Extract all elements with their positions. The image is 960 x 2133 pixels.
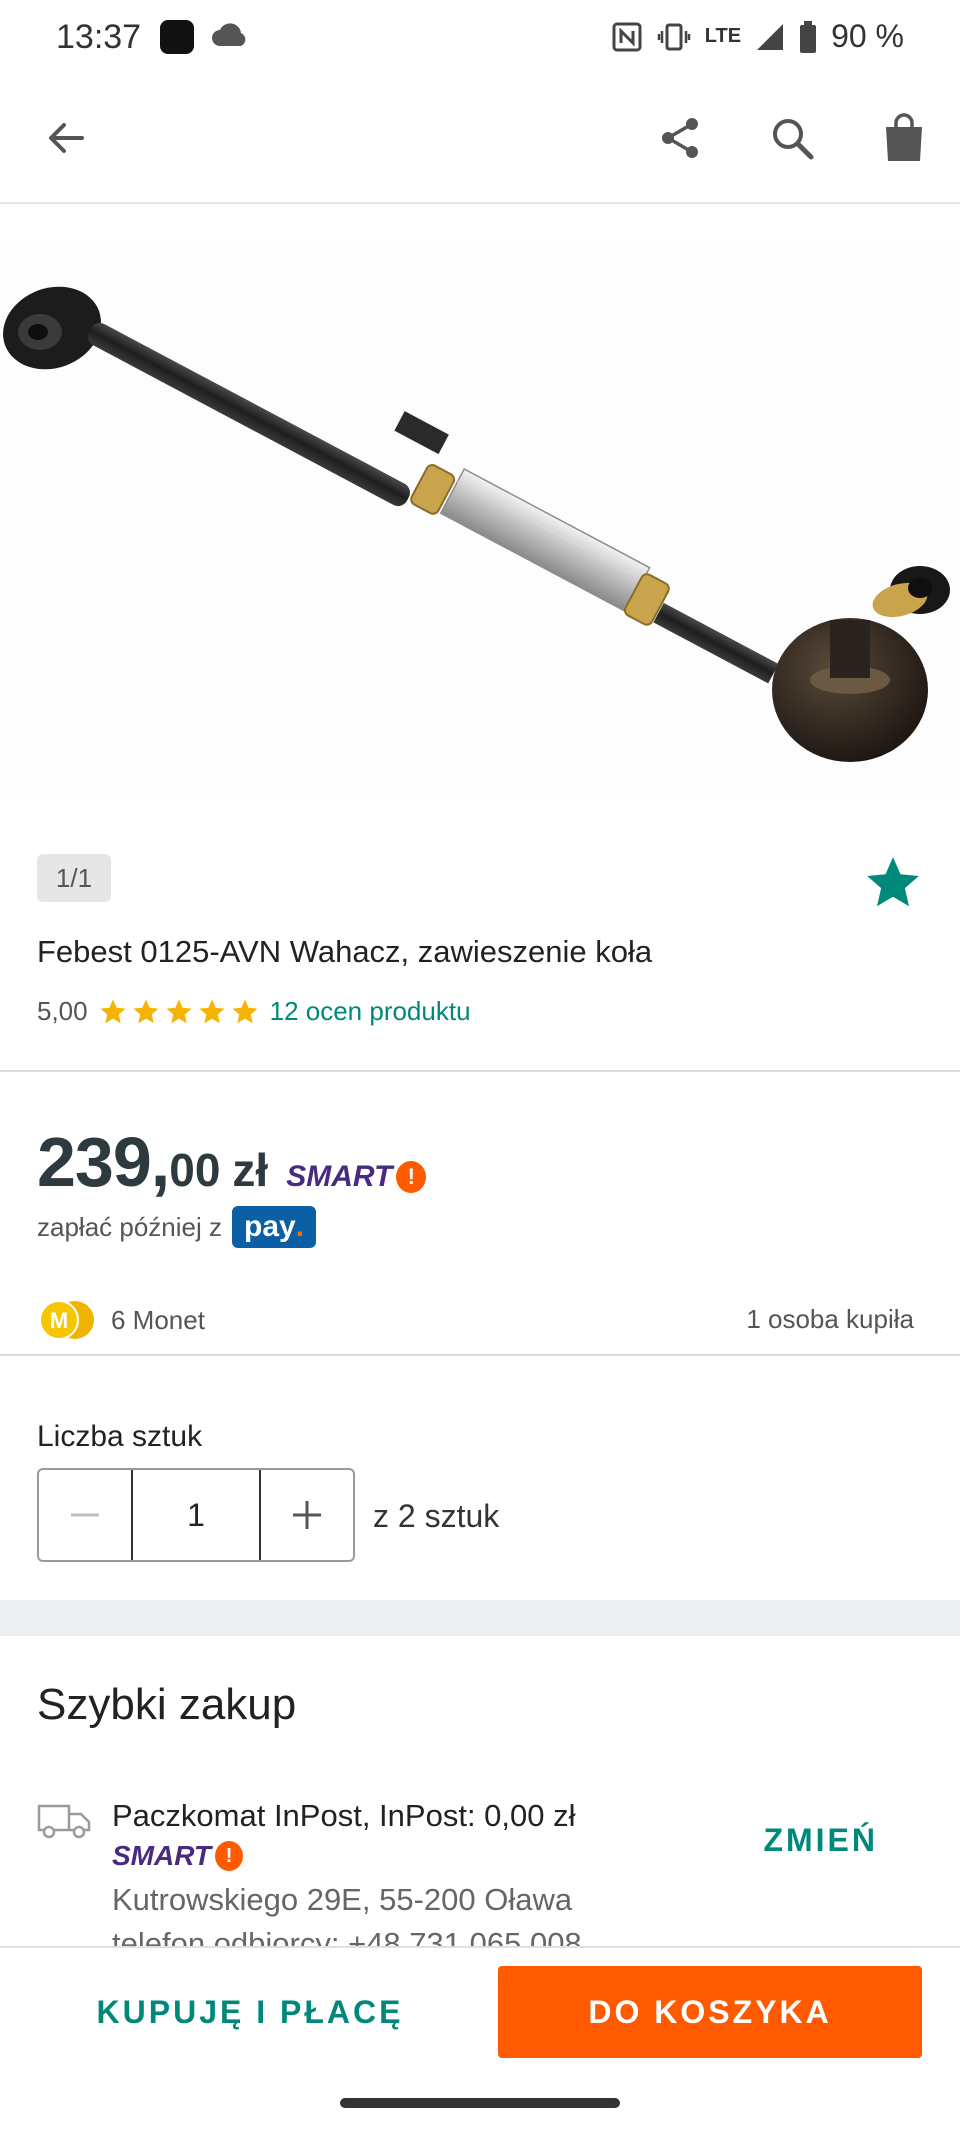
plus-icon xyxy=(293,1501,321,1529)
nfc-icon xyxy=(612,22,642,51)
rating-count-link[interactable]: 12 ocen produktu xyxy=(270,996,471,1027)
quantity-input[interactable]: 1 xyxy=(131,1470,261,1560)
pay-logo: pay. xyxy=(232,1206,317,1248)
status-indicators: LTE 90 % xyxy=(611,18,904,55)
delivery-address: Kutrowskiego 29E, 55-200 Oława xyxy=(112,1882,573,1917)
delivery-smart-logo: SMART ! xyxy=(112,1840,244,1872)
search-icon[interactable] xyxy=(762,108,822,168)
network-type: LTE xyxy=(704,25,742,47)
rating-stars xyxy=(98,997,260,1027)
star-icon xyxy=(133,999,159,1023)
truck-icon xyxy=(37,1800,91,1845)
coins-text: 6 Monet xyxy=(111,1304,205,1335)
back-arrow-icon[interactable] xyxy=(36,108,96,168)
price-decimal: 00 xyxy=(169,1144,221,1196)
product-image[interactable] xyxy=(0,240,960,800)
pay-later-text: zapłać później z xyxy=(37,1211,222,1242)
signal-icon xyxy=(757,23,784,50)
battery-level: 90 % xyxy=(831,18,904,54)
rating-value: 5,00 xyxy=(37,996,88,1026)
vibrate-icon xyxy=(657,23,691,50)
divider xyxy=(0,1070,960,1072)
increase-button[interactable] xyxy=(261,1470,353,1560)
pay-dot: . xyxy=(295,1210,305,1243)
app-header xyxy=(0,72,960,204)
change-delivery-button[interactable]: ZMIEŃ xyxy=(763,1822,878,1859)
star-icon xyxy=(166,999,192,1023)
star-icon xyxy=(100,999,126,1023)
section-separator xyxy=(0,1600,960,1636)
smart-label: SMART xyxy=(286,1160,393,1193)
bottom-action-bar: KUPUJĘ I PŁACĘ DO KOSZYKA xyxy=(0,1946,960,2078)
smart-badge-icon: ! xyxy=(396,1161,427,1193)
minus-icon xyxy=(71,1513,99,1517)
status-time: 13:37 xyxy=(56,18,142,56)
buy-now-button[interactable]: KUPUJĘ I PŁACĘ xyxy=(30,1966,470,2058)
share-icon[interactable] xyxy=(650,108,710,168)
home-indicator[interactable] xyxy=(340,2098,620,2108)
delivery-phone: telefon odbiorcy: +48 731 065 008 xyxy=(112,1926,582,1946)
pay-label: pay xyxy=(244,1210,296,1243)
cloud-icon xyxy=(210,20,250,55)
battery-icon xyxy=(800,20,817,53)
notification-app-icon xyxy=(160,20,194,54)
status-bar: 13:37 LTE 90 % xyxy=(0,0,960,72)
cart-bag-icon[interactable] xyxy=(874,108,934,168)
coin-icon: M xyxy=(39,1300,94,1340)
quantity-stepper: 1 xyxy=(37,1468,355,1562)
quick-buy-title: Szybki zakup xyxy=(37,1680,297,1729)
favorite-star-icon[interactable] xyxy=(862,852,924,914)
delivery-method: Paczkomat InPost, InPost: 0,00 zł xyxy=(112,1798,576,1833)
price-integer: 239, xyxy=(37,1123,170,1201)
smart-label: SMART xyxy=(112,1840,212,1871)
quantity-label: Liczba sztuk xyxy=(37,1420,203,1453)
price-currency: zł xyxy=(232,1144,269,1196)
quantity-available: z 2 sztuk xyxy=(373,1498,500,1534)
decrease-button[interactable] xyxy=(39,1470,131,1560)
smart-badge-icon: ! xyxy=(215,1841,244,1871)
add-to-cart-button[interactable]: DO KOSZYKA xyxy=(498,1966,922,2058)
smart-logo: SMART ! xyxy=(286,1160,427,1194)
coin-letter: M xyxy=(50,1308,68,1333)
divider xyxy=(0,1354,960,1356)
pay-later[interactable]: zapłać później z pay. xyxy=(37,1206,317,1248)
star-icon xyxy=(199,999,225,1023)
product-title: Febest 0125-AVN Wahacz, zawieszenie koła xyxy=(37,934,653,969)
image-counter: 1/1 xyxy=(37,854,111,902)
star-icon xyxy=(232,999,258,1023)
buyers-count: 1 osoba kupiła xyxy=(746,1304,914,1334)
rating-row: 5,00 12 ocen produktu xyxy=(37,996,471,1027)
price: 239, 00 zł SMART ! xyxy=(37,1122,427,1202)
coins-info: M 6 Monet xyxy=(37,1298,205,1342)
